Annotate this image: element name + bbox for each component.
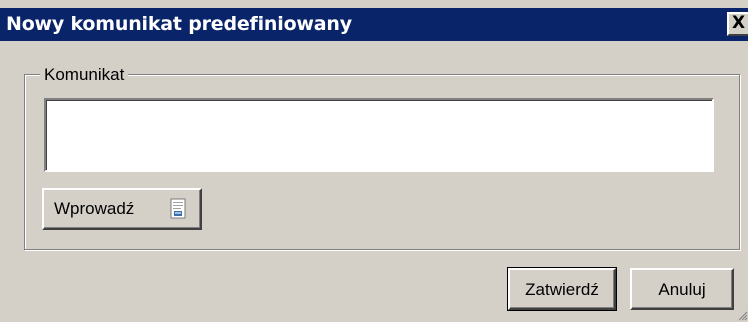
close-button[interactable]: X: [727, 12, 748, 36]
title-bar[interactable]: Nowy komunikat predefiniowany X: [0, 8, 748, 41]
confirm-button[interactable]: Zatwierdź: [507, 267, 617, 311]
close-icon: X: [731, 13, 746, 33]
document-icon: [170, 198, 186, 219]
resize-grip-icon[interactable]: [736, 306, 748, 322]
window-title: Nowy komunikat predefiniowany: [6, 13, 352, 35]
enter-button[interactable]: Wprowadź: [42, 188, 202, 230]
message-input[interactable]: [44, 98, 714, 172]
cancel-button-label: Anuluj: [658, 280, 706, 299]
groupbox-label: Komunikat: [40, 64, 129, 86]
enter-button-label: Wprowadź: [54, 199, 135, 218]
cancel-button[interactable]: Anuluj: [630, 268, 734, 310]
dialog-window: Nowy komunikat predefiniowany X Komunika…: [0, 0, 748, 322]
confirm-button-label: Zatwierdź: [525, 280, 599, 299]
